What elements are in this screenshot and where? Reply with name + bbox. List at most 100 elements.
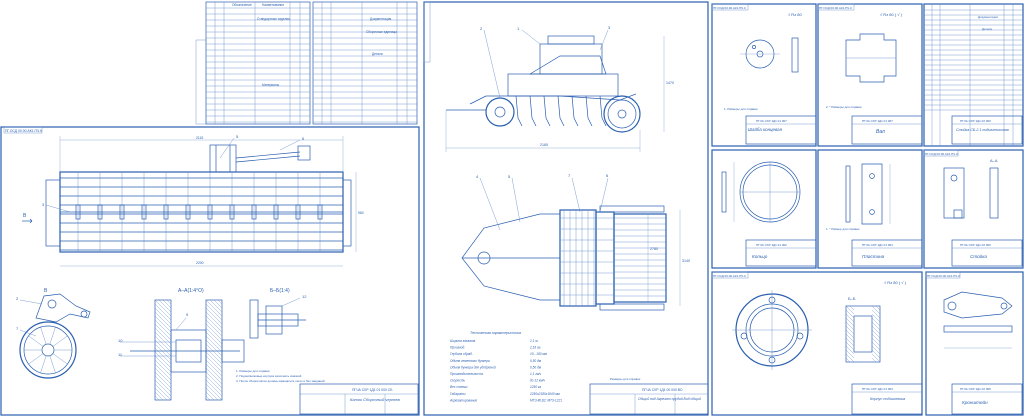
- frame-code-e: ПГ.ОСД 00.00.АК1.ПЧ.К: [713, 274, 746, 278]
- callout-3: 3: [42, 202, 45, 207]
- cultivator-tine: [557, 95, 565, 127]
- hatch-line: [154, 331, 172, 349]
- hatch-line: [871, 349, 881, 359]
- hatch-line: [205, 303, 223, 321]
- spec3-section-1: Документация: [978, 15, 998, 19]
- kolco-code: ПГЧА СХР 1Д1 01 002: [756, 243, 787, 247]
- hatch-line: [849, 305, 855, 311]
- tech-row-value: 0,50 дм: [530, 359, 542, 363]
- sheet-roller-assembly: ПГ.ОСД 00.00.АК1.ПЧ.К 2115 2200 560 В 3 …: [0, 126, 420, 416]
- sheet-stoika: ПГ.ОСД 00.00.АК1.ПЧ.К А–А ПГЧА СХР 1Д1 0…: [923, 149, 1024, 269]
- hatch-line: [162, 299, 172, 309]
- hatch-line: [845, 305, 855, 315]
- hatch-line: [871, 353, 881, 363]
- section-aa-label: А–А(1:4°О): [178, 288, 204, 294]
- callout-10: 10: [118, 338, 123, 343]
- sheet-general-view: 2165 1470 1 2 3 3140 2780 4 5 6 7 Технич…: [423, 1, 709, 416]
- note-main-1: 1. Размеры для справок: [236, 369, 270, 373]
- section-bb-label: Б–Б(1:4): [270, 288, 290, 294]
- spec1-section-1: Стандартные изделия: [257, 17, 290, 21]
- hatch-line: [213, 299, 223, 309]
- cultivator-tine: [529, 95, 537, 127]
- view-b-label: В: [23, 213, 27, 219]
- sheet-shaiba: ПГ.ОСД 00.00.АК1.ПЧ.К √ Rz 80 1. Размеры…: [711, 3, 817, 147]
- hatch-line: [205, 363, 223, 381]
- frame-code-a: ПГ.ОСД 00.00.АК1.ПЧ.К: [5, 129, 42, 133]
- plastina-code: ПГЧА СХР 1Д1 01 004: [862, 243, 893, 247]
- tech-row-value: 2,16 га: [529, 346, 541, 350]
- general-view-title: Общий вид Агрегат орудий Вид общий: [638, 397, 701, 401]
- hatch-line: [845, 337, 855, 347]
- hatch-line: [845, 309, 855, 319]
- tech-title: Техническая характеристика: [470, 331, 521, 335]
- wheel-spoke: [52, 353, 68, 365]
- hatch-line: [205, 347, 223, 365]
- hatch-line: [871, 313, 881, 323]
- kronshtein-code: ПГЧА СХР 1Д1 02 005: [960, 387, 991, 391]
- hatch-line: [845, 345, 855, 355]
- hatch-line: [875, 305, 881, 311]
- hatch-line: [154, 327, 172, 345]
- drawing-svg: Обозначение Наименование Стандартные изд…: [0, 1, 1024, 416]
- title-block-main: ПГЧА СХР 1Д1 01 000 СБ Каток Сборочный ч…: [299, 383, 419, 415]
- hatch-line: [871, 325, 881, 335]
- kronshtein-title: Кронштейн: [962, 399, 988, 405]
- hatch-line: [154, 379, 172, 397]
- main-assembly-code: ПГЧА СХР 1Д1 01 000 СБ: [352, 388, 393, 392]
- spec3-section-2: Детали: [982, 27, 992, 31]
- spec-sheet-1: Обозначение Наименование Стандартные изд…: [195, 1, 311, 125]
- rough-1: √ Rz 80: [788, 12, 803, 17]
- tech-row-value: 0,50 дм: [530, 365, 542, 369]
- stoika-asm-title: Стойка СБ-2.1 подшипниковая: [956, 128, 1009, 132]
- tech-row-value: 10...160 мм: [530, 352, 548, 356]
- wheel-spoke: [49, 355, 56, 373]
- hatch-line: [205, 339, 223, 357]
- note-main-2: 2. Подшипниковые корпуса заполнить смазк…: [236, 374, 302, 378]
- hatch-line: [871, 333, 881, 343]
- hatch-line: [154, 383, 172, 401]
- hatch-line: [154, 339, 172, 357]
- hatch-line: [845, 321, 855, 331]
- tech-row-value: 2,1 м: [529, 339, 538, 343]
- hatch-line: [871, 357, 877, 363]
- tech-row-value: 2250х2180х1840 мм: [529, 392, 561, 396]
- sheet-kronshtein: ПГ.ОСД 00.00.АК1.ПЧ.К ПГЧА СХР 1Д1 02 00…: [925, 271, 1024, 416]
- hatch-line: [845, 333, 855, 343]
- hatch-line: [154, 391, 164, 401]
- hatch-line: [154, 323, 172, 341]
- gv-callout-4: 4: [476, 174, 479, 179]
- dim-roller-side: 560: [358, 211, 364, 215]
- frame-code-d: ПГ.ОСД 00.00.АК1.ПЧ.К: [925, 152, 958, 156]
- korpus-title: Корпус подшипника: [870, 397, 905, 401]
- hatch-line: [205, 351, 223, 369]
- wheel-spoke: [40, 355, 47, 373]
- view-bb-small: Б–Б: [848, 296, 856, 301]
- hatch-line: [205, 323, 223, 341]
- frame-code-c: ПГ.ОСД 00.00.АК1.ПЧ.К: [819, 6, 852, 10]
- callout-7: 7: [16, 326, 19, 331]
- spec2-section-3: Детали: [372, 52, 383, 56]
- hatch-line: [205, 375, 223, 393]
- callout-9: 9: [186, 312, 189, 317]
- tech-row-key: Глубина обраб.: [450, 352, 473, 356]
- spec1-header-b: Наименование: [262, 3, 284, 7]
- tech-row-key: Габариты: [450, 392, 466, 396]
- general-view-code: ПГЧА СХР 1Д1 00 000 ВО: [642, 388, 683, 392]
- hatch-line: [871, 341, 881, 351]
- view-b-title: В: [44, 288, 48, 294]
- gv-callout-5: 5: [508, 174, 511, 179]
- hatch-line: [845, 349, 855, 359]
- hatch-line: [154, 355, 172, 373]
- hatch-line: [205, 335, 223, 353]
- hatch-line: [154, 363, 172, 381]
- hatch-line: [205, 315, 223, 333]
- gv-callout-3: 3: [608, 25, 611, 30]
- hatch-line: [154, 311, 172, 329]
- tech-row-key: Вес стенки: [450, 385, 468, 389]
- callout-12: 12: [302, 294, 307, 299]
- hatch-line: [154, 335, 172, 353]
- hatch-line: [154, 359, 172, 377]
- hatch-line: [205, 343, 223, 361]
- hatch-line: [154, 299, 172, 317]
- frame-code-b: ПГ.ОСД 00.00.АК1.ПЧ.К: [713, 6, 746, 10]
